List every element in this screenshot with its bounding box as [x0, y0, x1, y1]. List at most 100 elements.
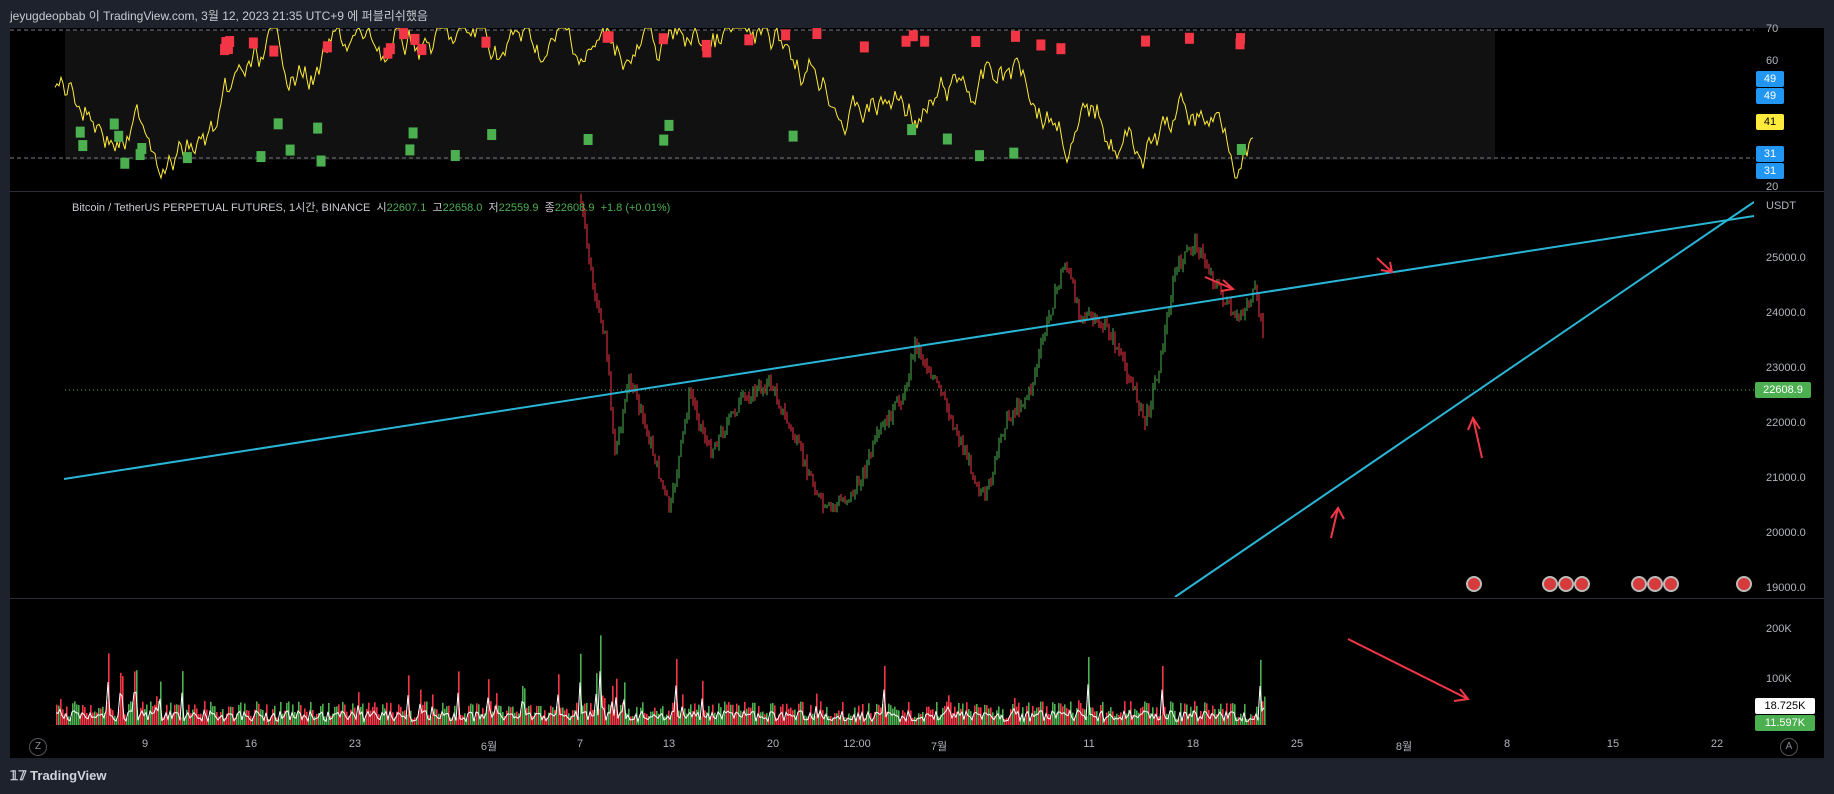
- volume-bar: [1058, 703, 1060, 725]
- volume-bar: [1232, 703, 1234, 725]
- time-tick: 7: [576, 738, 584, 750]
- volume-bar: [630, 716, 632, 725]
- volume-bar: [748, 707, 750, 725]
- rsi-signal-marker: [487, 129, 497, 141]
- volume-bar: [1146, 702, 1148, 725]
- volume-bar: [82, 704, 84, 725]
- price-tick: 24000.0: [1766, 307, 1806, 319]
- time-tick: 11: [1083, 738, 1095, 750]
- volume-bar: [1016, 706, 1018, 725]
- volume-bar: [384, 708, 386, 725]
- rsi-signal-marker: [322, 41, 332, 53]
- event-flag-icon[interactable]: [1574, 576, 1590, 592]
- volume-bar: [888, 703, 890, 725]
- time-tick: 8월: [1395, 741, 1413, 753]
- volume-bar: [1116, 713, 1118, 725]
- volume-bar: [366, 708, 368, 725]
- volume-bar: [100, 708, 102, 725]
- volume-bars: [56, 635, 1266, 725]
- volume-bar: [1114, 716, 1116, 725]
- price-tick: 21000.0: [1766, 472, 1806, 484]
- time-axis[interactable]: [10, 732, 1824, 758]
- event-flag-icon[interactable]: [1631, 576, 1647, 592]
- osc-value-tag: 31: [1756, 146, 1784, 162]
- volume-bar: [1126, 713, 1128, 725]
- current-price-tag: 22608.9: [1755, 382, 1811, 398]
- zoom-reset-button[interactable]: Z: [29, 738, 47, 756]
- rsi-signal-marker: [481, 36, 491, 48]
- rsi-signal-marker: [744, 34, 754, 46]
- footer-bar: 𝟙𝟟 TradingView: [0, 758, 1834, 794]
- volume-bar: [666, 714, 668, 725]
- volume-bar: [602, 695, 604, 725]
- event-flag-icon[interactable]: [1466, 576, 1482, 592]
- volume-bar: [1218, 708, 1220, 725]
- low-label: 저: [488, 202, 499, 214]
- volume-bar: [294, 711, 296, 725]
- rsi-signal-marker: [399, 28, 409, 40]
- change-value: +1.8 (+0.01%): [600, 202, 671, 214]
- volume-bar: [572, 710, 574, 725]
- rsi-signal-marker: [1036, 39, 1046, 51]
- volume-bar: [752, 702, 754, 725]
- rsi-signal-marker: [664, 119, 674, 131]
- event-flag-icon[interactable]: [1736, 576, 1752, 592]
- symbol-legend[interactable]: Bitcoin / TetherUS PERPETUAL FUTURES, 1시…: [72, 199, 670, 215]
- event-flag-icon[interactable]: [1542, 576, 1558, 592]
- volume-bar: [1170, 701, 1172, 725]
- volume-bar: [330, 715, 332, 725]
- volume-bar: [798, 703, 800, 725]
- event-flag-icon[interactable]: [1647, 576, 1663, 592]
- volume-bar: [1078, 700, 1080, 725]
- time-tick: 25: [1290, 738, 1304, 750]
- volume-bar: [152, 706, 154, 725]
- volume-bar: [320, 706, 322, 725]
- volume-bar: [230, 706, 232, 725]
- volume-bar: [770, 703, 772, 725]
- price-pane[interactable]: [10, 192, 1754, 597]
- close-label: 종: [544, 202, 555, 214]
- open-value: 22607.1: [386, 202, 427, 214]
- volume-bar: [272, 709, 274, 725]
- volume-bar: [974, 705, 976, 725]
- osc-tick-70: 70: [1766, 23, 1779, 35]
- volume-bar: [844, 717, 846, 725]
- volume-bar: [632, 716, 634, 725]
- volume-bar: [1176, 718, 1178, 725]
- volume-bar: [660, 708, 662, 725]
- volume-bar: [1094, 711, 1096, 725]
- volume-bar: [192, 709, 194, 725]
- volume-bar: [1230, 703, 1232, 725]
- brand-label[interactable]: 𝟙𝟟 TradingView: [10, 768, 107, 784]
- volume-bar: [896, 709, 898, 725]
- event-flag-icon[interactable]: [1663, 576, 1679, 592]
- osc-tick-60: 60: [1766, 55, 1779, 67]
- volume-bar: [1118, 715, 1120, 725]
- volume-bar: [626, 713, 628, 725]
- volume-bar: [96, 712, 98, 725]
- rsi-signal-marker: [120, 157, 130, 169]
- volume-bar: [1142, 706, 1144, 725]
- price-tick: 20000.0: [1766, 527, 1806, 539]
- volume-bar: [260, 709, 262, 725]
- volume-bar: [446, 706, 448, 725]
- rsi-pane[interactable]: [10, 28, 1754, 190]
- volume-bar: [1262, 701, 1264, 725]
- volume-bar: [968, 709, 970, 725]
- rsi-signal-marker: [269, 45, 279, 57]
- symbol-name[interactable]: Bitcoin / TetherUS PERPETUAL FUTURES, 1시…: [72, 202, 370, 214]
- volume-pane[interactable]: [10, 599, 1754, 732]
- volume-bar: [876, 703, 878, 725]
- auto-scale-button[interactable]: A: [1780, 738, 1798, 756]
- event-flag-icon[interactable]: [1558, 576, 1574, 592]
- volume-bar: [174, 704, 176, 725]
- volume-bar: [1036, 707, 1038, 725]
- volume-bar: [792, 710, 794, 725]
- volume-bar: [1140, 707, 1142, 725]
- volume-bar: [94, 711, 96, 725]
- volume-bar: [1246, 718, 1248, 725]
- rsi-signal-marker: [316, 155, 326, 167]
- volume-bar: [724, 701, 726, 725]
- rsi-signal-marker: [920, 35, 930, 47]
- rsi-value-tag: 41: [1756, 114, 1784, 130]
